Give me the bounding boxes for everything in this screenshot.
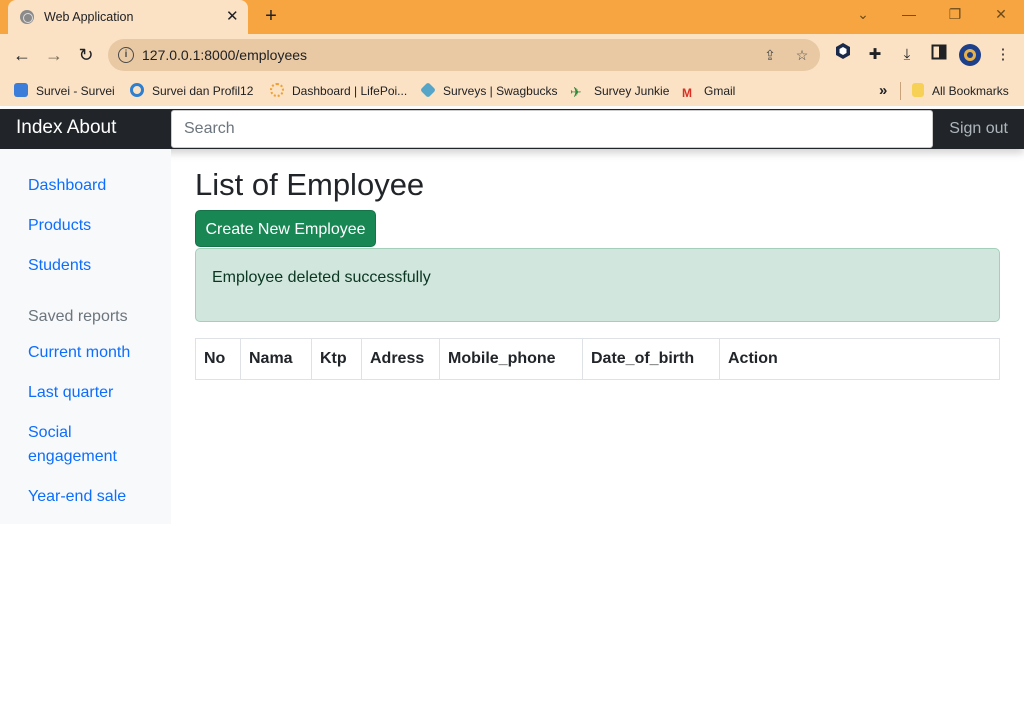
success-alert: Employee deleted successfully	[195, 248, 1000, 322]
download-icon[interactable]: ⤓	[896, 44, 918, 66]
close-tab-icon[interactable]: ✕	[226, 7, 239, 27]
menu-dots-icon[interactable]: ⋮	[992, 44, 1014, 66]
column-header-no: No	[196, 339, 241, 379]
forward-arrow-icon[interactable]: →	[42, 43, 66, 67]
bookmark-survei[interactable]: Survei - Survei	[14, 82, 115, 100]
all-bookmarks-label: All Bookmarks	[932, 84, 1009, 98]
bookmark-gmail[interactable]: M Gmail	[682, 82, 735, 100]
new-tab-button[interactable]: +	[260, 4, 282, 28]
bookmark-label: Survei - Survei	[36, 84, 115, 98]
puzzle-icon[interactable]: ✚	[864, 44, 886, 66]
browser-toolbar: ← → ↻ i 127.0.0.1:8000/employees ⇪ ☆ ✚ ⤓…	[0, 34, 1024, 76]
bookmark-lifepoints[interactable]: Dashboard | LifePoi...	[270, 82, 407, 100]
close-window-button[interactable]: ✕	[978, 0, 1024, 30]
plane-icon: ✈	[570, 84, 582, 100]
create-employee-button[interactable]: Create New Employee	[195, 210, 376, 247]
column-header-adress: Adress	[362, 339, 440, 379]
column-header-date-of-birth: Date_of_birth	[583, 339, 720, 379]
sidebar-item-dashboard[interactable]: Dashboard	[28, 174, 148, 198]
globe-icon	[20, 10, 34, 24]
bookmark-survey-junkie[interactable]: ✈ Survey Junkie	[570, 82, 669, 100]
bookmark-label: Gmail	[704, 84, 736, 98]
bookmark-label: Dashboard | LifePoi...	[292, 84, 408, 98]
bookmarks-divider	[900, 82, 901, 100]
bookmark-star-icon[interactable]: ☆	[792, 45, 812, 65]
browser-tab[interactable]: Web Application ✕	[8, 0, 248, 34]
back-arrow-icon[interactable]: ←	[10, 43, 34, 67]
tab-search-icon[interactable]: ⌄	[840, 0, 886, 30]
side-panel-icon[interactable]	[928, 44, 950, 66]
sidebar-item-last-quarter[interactable]: Last quarter	[28, 381, 148, 405]
bookmarks-overflow-icon[interactable]: »	[879, 82, 887, 100]
bookmark-label: Surveys | Swagbucks	[443, 84, 558, 98]
alert-message: Employee deleted successfully	[212, 269, 431, 286]
top-navbar: Index About Sign out	[0, 109, 1024, 149]
page-title: List of Employee	[195, 167, 425, 202]
sidebar-item-social-engagement[interactable]: Social engagement	[28, 421, 128, 469]
column-header-nama: Nama	[241, 339, 312, 379]
sidebar-item-current-month[interactable]: Current month	[28, 341, 148, 365]
sidebar-item-students[interactable]: Students	[28, 254, 148, 278]
bookmark-swagbucks[interactable]: Surveys | Swagbucks	[420, 82, 558, 100]
reload-icon[interactable]: ↻	[74, 43, 98, 67]
share-icon[interactable]: ⇪	[760, 45, 780, 65]
bookmark-label: Survei dan Profil12	[152, 84, 254, 98]
column-header-ktp: Ktp	[312, 339, 362, 379]
tab-title: Web Application	[44, 10, 134, 24]
browser-tabstrip: Web Application ✕ + ⌄ — ❐ ✕	[0, 0, 1024, 34]
diamond-icon	[420, 82, 436, 98]
sun-icon	[270, 83, 284, 97]
signout-link[interactable]: Sign out	[949, 120, 1008, 138]
asterisk-icon	[14, 83, 28, 97]
bookmarks-bar: Survei - Survei Survei dan Profil12 Dash…	[0, 76, 1024, 106]
column-header-mobile-phone: Mobile_phone	[440, 339, 583, 379]
column-header-action: Action	[728, 350, 778, 367]
folder-icon	[912, 83, 924, 97]
circle-o-icon	[130, 83, 144, 97]
profile-avatar[interactable]	[958, 43, 981, 66]
restore-button[interactable]: ❐	[932, 0, 978, 30]
all-bookmarks[interactable]: All Bookmarks	[912, 82, 1009, 100]
search-input[interactable]	[171, 110, 933, 148]
employee-table-header: No Nama Ktp Adress Mobile_phone Date_of_…	[195, 338, 1000, 380]
gmail-icon: M	[682, 86, 692, 100]
extension-icon[interactable]	[832, 42, 854, 64]
address-bar[interactable]: i 127.0.0.1:8000/employees ⇪ ☆	[108, 39, 820, 71]
bookmark-survei-profil[interactable]: Survei dan Profil12	[130, 82, 253, 100]
site-info-icon[interactable]: i	[118, 47, 134, 63]
window-controls: ⌄ — ❐ ✕	[840, 0, 1024, 30]
sidebar-item-year-end-sale[interactable]: Year-end sale	[28, 485, 148, 509]
navbar-brand[interactable]: Index About	[16, 117, 116, 139]
url-text[interactable]: 127.0.0.1:8000/employees	[142, 47, 307, 63]
minimize-button[interactable]: —	[886, 0, 932, 30]
sidebar-item-products[interactable]: Products	[28, 214, 148, 238]
bookmark-label: Survey Junkie	[594, 84, 670, 98]
sidebar: Dashboard Products Students Saved report…	[0, 149, 171, 524]
saved-reports-heading: Saved reports	[28, 308, 128, 325]
